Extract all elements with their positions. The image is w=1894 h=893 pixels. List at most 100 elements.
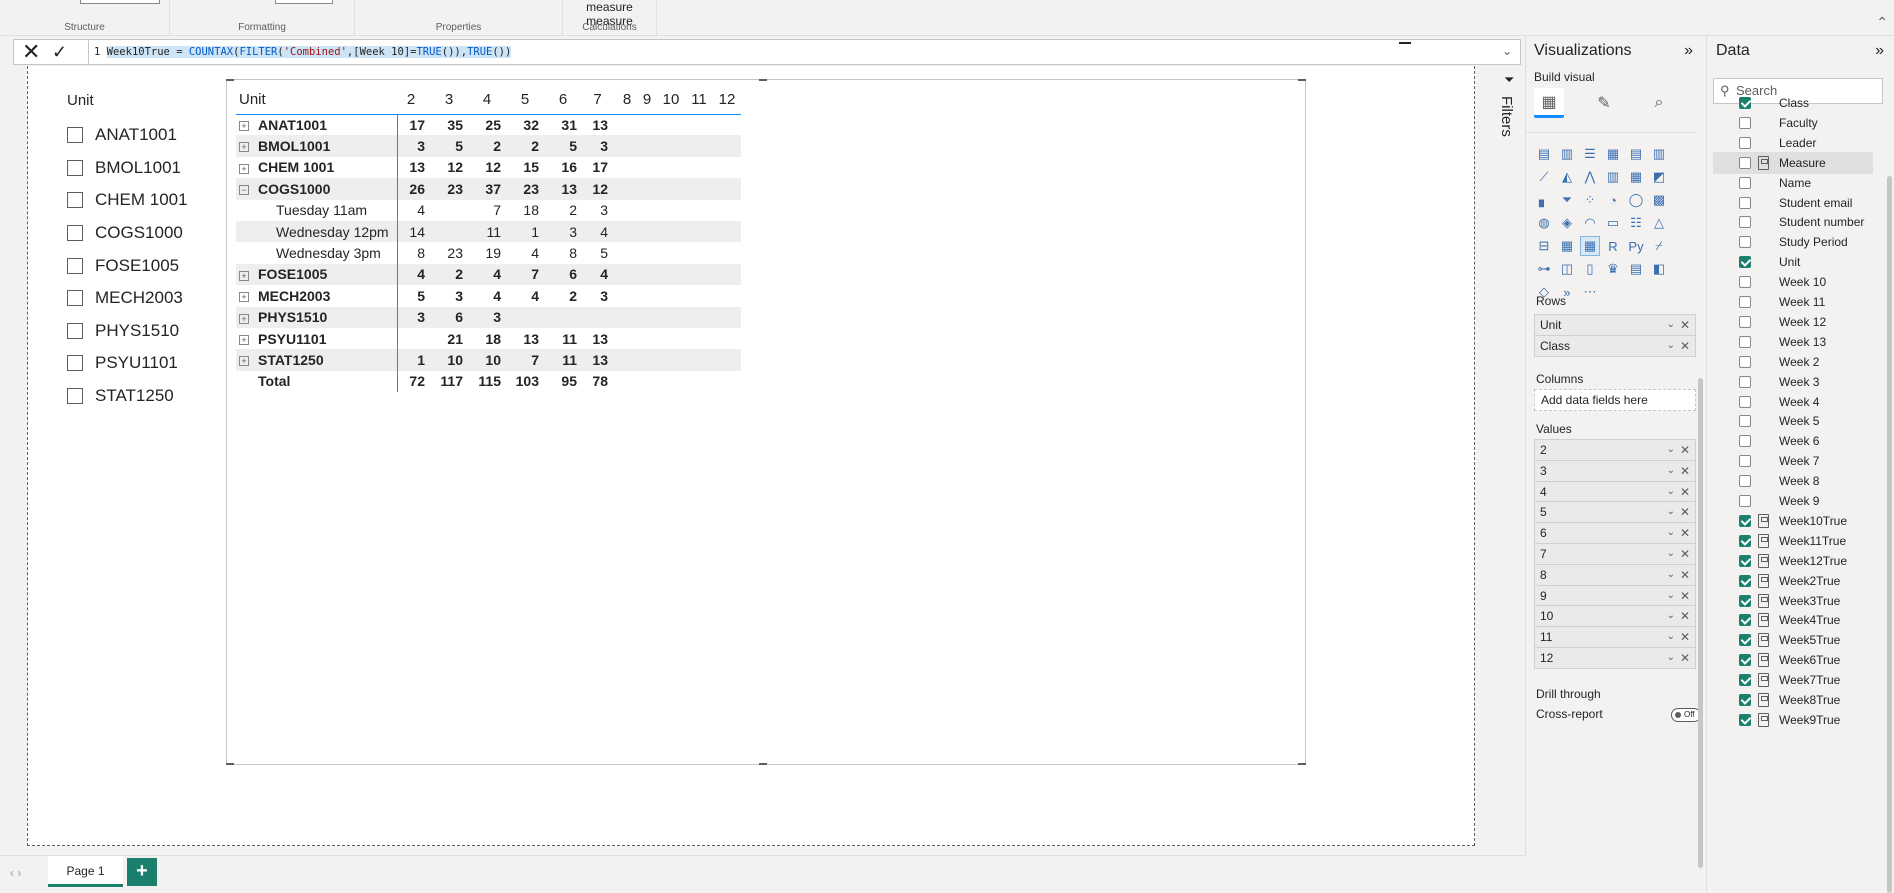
field-item[interactable]: Name (1713, 172, 1873, 194)
field-item[interactable]: Week10True (1713, 510, 1873, 532)
field-item[interactable]: Week9True (1713, 709, 1873, 731)
checkbox[interactable] (1739, 256, 1751, 269)
rows-well-unit[interactable]: Unit ⌄ ✕ (1534, 314, 1696, 336)
matrix-column-header[interactable]: 5 (511, 86, 549, 115)
matrix-row-header[interactable]: Unit (236, 86, 397, 115)
slicer-item[interactable]: PHYS1510 (67, 315, 217, 348)
remove-field-icon[interactable]: ✕ (1680, 606, 1690, 626)
checkbox[interactable] (1739, 276, 1751, 289)
values-well-item[interactable]: 8 ⌄ ✕ (1534, 563, 1696, 586)
expand-formula-icon[interactable]: ⌄ (1502, 44, 1512, 58)
checkbox[interactable] (1739, 176, 1751, 189)
checkbox[interactable] (1739, 315, 1751, 328)
line-clustered-visual-icon[interactable]: ▦ (1626, 167, 1646, 187)
donut-visual-icon[interactable]: ◯ (1626, 190, 1646, 210)
ribbon-group-calculations[interactable]: measure measure Calculations (563, 0, 657, 36)
ribbon-visual-icon[interactable]: ◩ (1649, 167, 1669, 187)
remove-field-icon[interactable]: ✕ (1680, 565, 1690, 585)
remove-field-icon[interactable]: ✕ (1680, 440, 1690, 460)
remove-field-icon[interactable]: ✕ (1680, 482, 1690, 502)
checkbox[interactable] (1739, 355, 1751, 368)
checkbox[interactable] (67, 290, 83, 307)
ribbon-field[interactable] (275, 0, 333, 4)
waterfall-visual-icon[interactable]: ▖ (1534, 190, 1554, 210)
checkbox[interactable] (1739, 495, 1751, 507)
field-item[interactable]: Faculty (1713, 112, 1873, 134)
field-item[interactable]: Week7True (1713, 669, 1873, 691)
values-well-item[interactable]: 5 ⌄ ✕ (1534, 501, 1696, 524)
narrative-visual-icon[interactable]: ▯ (1580, 259, 1600, 279)
key-influencers-visual-icon[interactable]: ⌿ (1649, 236, 1669, 256)
chevron-down-icon[interactable]: ⌄ (1667, 315, 1675, 335)
matrix-column-header[interactable]: 12 (713, 86, 741, 115)
slicer-item[interactable]: MECH2003 (67, 282, 217, 315)
formula-bar[interactable]: ✕ ✓ 1 Week10True = COUNTAX(FILTER('Combi… (13, 39, 1521, 65)
columns-drop-zone[interactable]: Add data fields here (1534, 389, 1696, 411)
collapse-pane-icon[interactable]: » (1684, 42, 1693, 60)
resize-handle[interactable] (759, 79, 767, 81)
chevron-down-icon[interactable]: ⌄ (1667, 502, 1675, 522)
cancel-formula-icon[interactable]: ✕ (22, 40, 40, 64)
remove-field-icon[interactable]: ✕ (1680, 315, 1690, 335)
collapse-icon[interactable]: − (239, 185, 249, 196)
matrix-column-header[interactable]: 11 (685, 86, 713, 115)
field-item[interactable]: Week 8 (1713, 470, 1873, 492)
checkbox[interactable] (67, 257, 83, 274)
commit-formula-icon[interactable]: ✓ (52, 40, 67, 64)
checkbox[interactable] (1739, 375, 1751, 388)
checkbox[interactable] (1739, 654, 1751, 667)
field-item[interactable]: Student number (1713, 211, 1873, 233)
unit-slicer[interactable]: Unit ANAT1001 BMOL1001 CHEM 1001 COGS1000 FO… (67, 92, 217, 412)
field-item[interactable]: Week 3 (1713, 371, 1873, 393)
format-visual-tab[interactable]: ✎ (1589, 88, 1619, 118)
chevron-down-icon[interactable]: ⌄ (1667, 461, 1675, 481)
checkbox[interactable] (1739, 713, 1751, 726)
remove-field-icon[interactable]: ✕ (1680, 461, 1690, 481)
chevron-down-icon[interactable]: ⌄ (1667, 648, 1675, 668)
chevron-down-icon[interactable]: ⌄ (1667, 523, 1675, 543)
expand-icon[interactable]: + (239, 313, 249, 324)
field-item[interactable]: Week 9 (1713, 490, 1873, 512)
checkbox[interactable] (1739, 97, 1751, 109)
expand-icon[interactable]: + (239, 121, 249, 132)
field-item[interactable]: Week 7 (1713, 450, 1873, 472)
field-item[interactable]: Week 4 (1713, 391, 1873, 413)
checkbox[interactable] (67, 127, 83, 144)
matrix-row[interactable]: + BMOL1001 3 5 2 2 5 3 (236, 135, 741, 157)
treemap-visual-icon[interactable]: ▩ (1649, 190, 1669, 210)
area-visual-icon[interactable]: ◭ (1557, 167, 1577, 187)
checkbox[interactable] (67, 225, 83, 242)
values-well-item[interactable]: 2 ⌄ ✕ (1534, 439, 1696, 461)
checkbox[interactable] (1739, 395, 1751, 408)
filled-map-visual-icon[interactable]: ◈ (1557, 213, 1577, 233)
matrix-child-row[interactable]: Wednesday 3pm 8 23 19 4 8 5 (236, 242, 741, 264)
checkbox[interactable] (1739, 674, 1751, 687)
field-item[interactable]: Week 10 (1713, 271, 1873, 293)
checkbox[interactable] (1739, 296, 1751, 308)
data-scrollbar[interactable] (1887, 176, 1892, 893)
chevron-down-icon[interactable]: ⌄ (1667, 606, 1675, 626)
checkbox[interactable] (1739, 415, 1751, 428)
resize-handle[interactable] (226, 79, 234, 81)
field-item[interactable]: Week12True (1713, 550, 1873, 572)
checkbox[interactable] (1739, 594, 1751, 607)
checkbox[interactable] (1739, 455, 1751, 468)
chevron-down-icon[interactable]: ⌄ (1667, 565, 1675, 585)
chevron-down-icon[interactable]: ⌄ (1667, 586, 1675, 606)
more-visual-icon[interactable]: ⋯ (1580, 282, 1600, 302)
matrix-column-header[interactable]: 7 (587, 86, 617, 115)
values-well-item[interactable]: 3 ⌄ ✕ (1534, 459, 1696, 482)
checkbox[interactable] (1739, 614, 1751, 627)
ribbon-group-properties[interactable]: Properties (355, 0, 563, 36)
checkbox[interactable] (1739, 216, 1751, 229)
table-visual-icon[interactable]: ▦ (1557, 236, 1577, 256)
checkbox[interactable] (1739, 554, 1751, 567)
remove-field-icon[interactable]: ✕ (1680, 502, 1690, 522)
remove-field-icon[interactable]: ✕ (1680, 523, 1690, 543)
checkbox[interactable] (1739, 136, 1751, 149)
expand-icon[interactable]: + (239, 270, 249, 281)
checkbox[interactable] (67, 322, 83, 339)
field-item[interactable]: Week 2 (1713, 351, 1873, 373)
values-well-item[interactable]: 12 ⌄ ✕ (1534, 647, 1696, 669)
field-item[interactable]: Measure (1713, 151, 1873, 174)
